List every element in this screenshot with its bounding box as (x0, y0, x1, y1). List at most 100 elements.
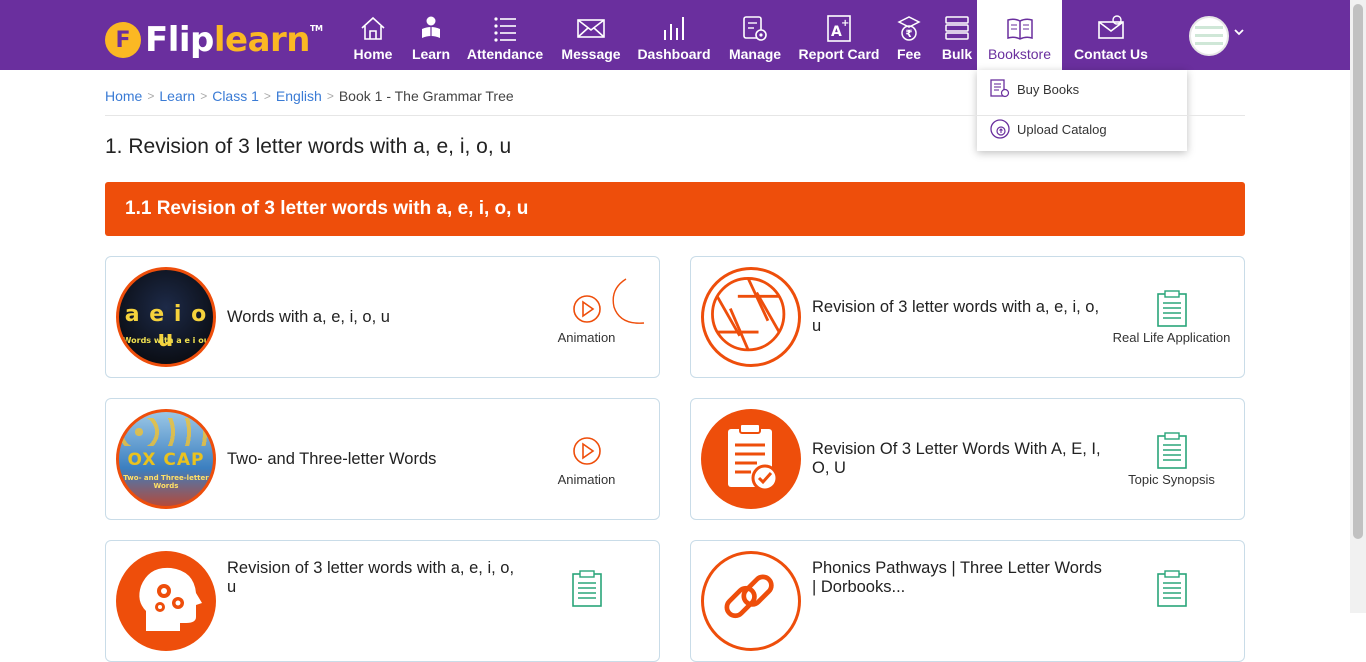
action-label: Animation (557, 471, 616, 487)
book-icon (1006, 18, 1033, 40)
clipboard-check-icon (728, 423, 779, 492)
brain-gears-thumbnail (116, 551, 216, 651)
report-card-icon: A+ (827, 15, 851, 42)
nav-bookstore-label: Bookstore (987, 46, 1052, 62)
card-title[interactable]: Phonics Pathways | Three Letter Words | … (812, 559, 1102, 597)
stack-icon (945, 16, 969, 40)
nav-learn-label: Learn (411, 46, 451, 62)
topic-synopsis-button[interactable]: Topic Synopsis (1109, 399, 1234, 519)
section-title: 1.1 Revision of 3 letter words with a, e… (125, 198, 529, 219)
chevron-right-icon: > (263, 89, 271, 103)
buy-books-label: Buy Books (1017, 81, 1080, 97)
nav-manage[interactable]: Manage (728, 0, 782, 70)
content-card[interactable]: OX CAP Two- and Three-letter Words Two- … (105, 398, 660, 520)
loading-spinner-icon (612, 278, 645, 324)
card-title[interactable]: Revision of 3 letter words with a, e, i,… (812, 257, 1102, 377)
animation-button[interactable]: Animation (524, 399, 649, 519)
breadcrumb-class[interactable]: Class 1 (212, 88, 259, 104)
learn-icon (422, 16, 440, 38)
breadcrumb-subject[interactable]: English (276, 88, 322, 104)
svg-text:+: + (841, 18, 849, 29)
video-thumbnail: OX CAP Two- and Three-letter Words (116, 409, 216, 509)
aperture-thumbnail (701, 267, 801, 367)
nav-manage-label: Manage (728, 46, 782, 62)
nav-dashboard[interactable]: Dashboard (637, 0, 711, 70)
link-icon (724, 574, 774, 619)
card-title[interactable]: Words with a, e, i, o, u (227, 257, 517, 377)
play-icon (572, 294, 601, 323)
document-icon (1156, 570, 1187, 607)
video-thumbnail: a e i o u Words with a e i ou (116, 267, 216, 367)
nav-home[interactable]: Home (352, 0, 394, 70)
card-title[interactable]: Revision of 3 letter words with a, e, i,… (227, 559, 517, 597)
breadcrumb-learn[interactable]: Learn (159, 88, 195, 104)
nav-message[interactable]: Message (561, 0, 621, 70)
thumbnail-caption: Words with a e i ou (122, 336, 210, 345)
document-icon (571, 570, 602, 607)
nav-attendance[interactable]: Attendance (466, 0, 544, 70)
nav-contact-us-label: Contact Us (1074, 46, 1148, 62)
chevron-right-icon: > (326, 89, 334, 103)
content-card[interactable]: Revision of 3 letter words with a, e, i,… (690, 256, 1245, 378)
page-title: 1. Revision of 3 letter words with a, e,… (105, 135, 512, 158)
breadcrumb-home[interactable]: Home (105, 88, 142, 104)
section-banner[interactable]: 1.1 Revision of 3 letter words with a, e… (105, 182, 1245, 236)
scrollbar-thumb[interactable] (1353, 4, 1363, 539)
real-life-application-button[interactable]: Real Life Application (1109, 257, 1234, 377)
breadcrumb: Home > Learn > Class 1 > English > Book … (105, 88, 514, 104)
nav-report-card[interactable]: A + Report Card (799, 0, 879, 70)
logo-text: FliplearnTM (145, 20, 323, 60)
action-label: Topic Synopsis (1128, 471, 1215, 487)
menu-item-upload-catalog[interactable]: Upload Catalog (989, 118, 1107, 140)
nav-fee-label: Fee (896, 46, 922, 62)
svg-text:₹: ₹ (906, 29, 913, 40)
document-icon (1156, 431, 1187, 469)
nav-home-label: Home (353, 46, 393, 62)
fliplearn-logo[interactable]: F FliplearnTM (105, 20, 323, 60)
home-icon (361, 16, 385, 40)
document-button[interactable] (524, 541, 649, 661)
content-card[interactable]: Phonics Pathways | Three Letter Words | … (690, 540, 1245, 662)
chevron-right-icon: > (147, 89, 155, 103)
action-label: Real Life Application (1112, 329, 1231, 345)
chevron-right-icon: > (200, 89, 208, 103)
content-card[interactable]: a e i o u Words with a e i ou Words with… (105, 256, 660, 378)
divider (105, 115, 1245, 116)
brain-gears-icon (139, 567, 202, 631)
nav-message-label: Message (561, 46, 621, 62)
document-button[interactable] (1109, 541, 1234, 661)
nav-bookstore[interactable]: Bookstore (977, 0, 1062, 70)
card-title[interactable]: Two- and Three-letter Words (227, 399, 517, 519)
card-title[interactable]: Revision Of 3 Letter Words With A, E, I,… (812, 399, 1102, 519)
nav-bulk[interactable]: Bulk (940, 0, 974, 70)
nav-dashboard-label: Dashboard (637, 46, 711, 62)
nav-attendance-label: Attendance (466, 46, 544, 62)
nav-fee[interactable]: ₹ Fee (894, 0, 924, 70)
upload-icon (990, 119, 1010, 139)
aperture-icon (711, 277, 786, 352)
clipboard-thumbnail (701, 409, 801, 509)
chevron-down-icon[interactable] (1233, 26, 1245, 38)
link-thumbnail (701, 551, 801, 651)
thumbnail-letters: OX CAP (127, 450, 205, 470)
envelope-icon (577, 19, 605, 38)
breadcrumb-book: Book 1 - The Grammar Tree (338, 88, 514, 104)
fee-icon: ₹ (897, 16, 921, 41)
top-navbar: F FliplearnTM Home Learn Attendance Mess… (0, 0, 1350, 70)
user-avatar[interactable] (1189, 16, 1229, 56)
nav-contact-us[interactable]: Contact Us (1074, 0, 1148, 70)
action-label: Animation (557, 329, 616, 345)
upload-catalog-label: Upload Catalog (1017, 121, 1107, 137)
bar-chart-icon (664, 17, 684, 40)
play-icon (572, 436, 601, 465)
content-card[interactable]: Revision Of 3 Letter Words With A, E, I,… (690, 398, 1245, 520)
thumbnail-caption: Two- and Three-letter Words (123, 474, 209, 490)
contact-icon (1098, 15, 1124, 39)
book-list-icon (990, 79, 1010, 98)
content-card[interactable]: Revision of 3 letter words with a, e, i,… (105, 540, 660, 662)
nav-learn[interactable]: Learn (410, 0, 452, 70)
vertical-scrollbar[interactable] (1350, 0, 1366, 613)
manage-icon (743, 16, 767, 41)
document-icon (1156, 289, 1187, 327)
menu-item-buy-books[interactable]: Buy Books (989, 78, 1079, 100)
